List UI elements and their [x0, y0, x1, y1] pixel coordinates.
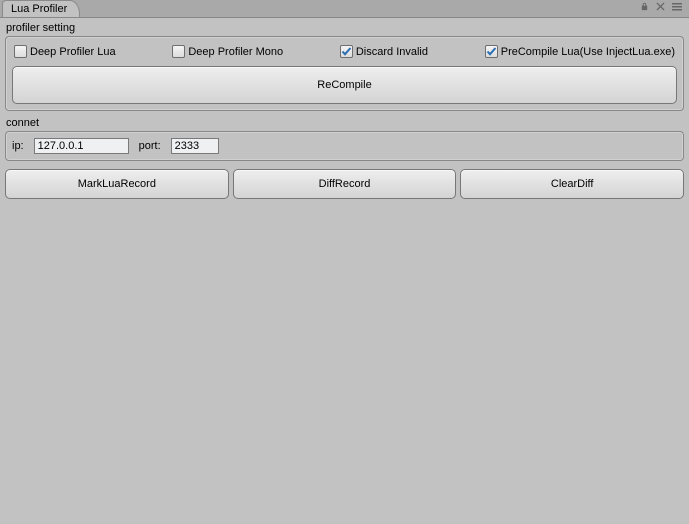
- action-row: MarkLuaRecord DiffRecord ClearDiff: [2, 165, 687, 199]
- profiler-panel: Deep Profiler Lua Deep Profiler Mono Dis…: [5, 36, 684, 111]
- checkbox-icon: [485, 45, 498, 58]
- menu-icon[interactable]: [671, 1, 683, 11]
- checkbox-precompile-lua[interactable]: PreCompile Lua(Use InjectLua.exe): [485, 45, 675, 58]
- lock-icon[interactable]: [639, 1, 649, 11]
- checkbox-label: PreCompile Lua(Use InjectLua.exe): [501, 46, 675, 58]
- checkbox-discard-invalid[interactable]: Discard Invalid: [340, 45, 428, 58]
- port-input[interactable]: [171, 138, 219, 154]
- mark-lua-record-button[interactable]: MarkLuaRecord: [5, 169, 229, 199]
- content: profiler setting Deep Profiler Lua Deep …: [0, 18, 689, 524]
- checkbox-deep-profiler-mono[interactable]: Deep Profiler Mono: [172, 45, 283, 58]
- checkbox-label: Deep Profiler Lua: [30, 46, 116, 58]
- close-icon[interactable]: [655, 1, 665, 11]
- checkbox-deep-profiler-lua[interactable]: Deep Profiler Lua: [14, 45, 116, 58]
- checkbox-icon: [172, 45, 185, 58]
- connect-label: connet: [2, 115, 687, 131]
- checkbox-icon: [340, 45, 353, 58]
- recompile-button[interactable]: ReCompile: [12, 66, 677, 104]
- ip-input[interactable]: [34, 138, 129, 154]
- port-label: port:: [139, 140, 161, 152]
- ip-label: ip:: [12, 140, 24, 152]
- tab-label: Lua Profiler: [11, 3, 67, 15]
- window: Lua Profiler profiler setting Deep Profi…: [0, 0, 689, 524]
- window-controls: [639, 1, 683, 11]
- tab-lua-profiler[interactable]: Lua Profiler: [2, 0, 80, 17]
- diff-record-button[interactable]: DiffRecord: [233, 169, 457, 199]
- checkbox-icon: [14, 45, 27, 58]
- checkbox-label: Discard Invalid: [356, 46, 428, 58]
- connect-panel: ip: port:: [5, 131, 684, 161]
- profiler-setting-label: profiler setting: [2, 20, 687, 36]
- tab-bar: Lua Profiler: [0, 0, 689, 18]
- checkbox-label: Deep Profiler Mono: [188, 46, 283, 58]
- options-row: Deep Profiler Lua Deep Profiler Mono Dis…: [12, 43, 677, 66]
- clear-diff-button[interactable]: ClearDiff: [460, 169, 684, 199]
